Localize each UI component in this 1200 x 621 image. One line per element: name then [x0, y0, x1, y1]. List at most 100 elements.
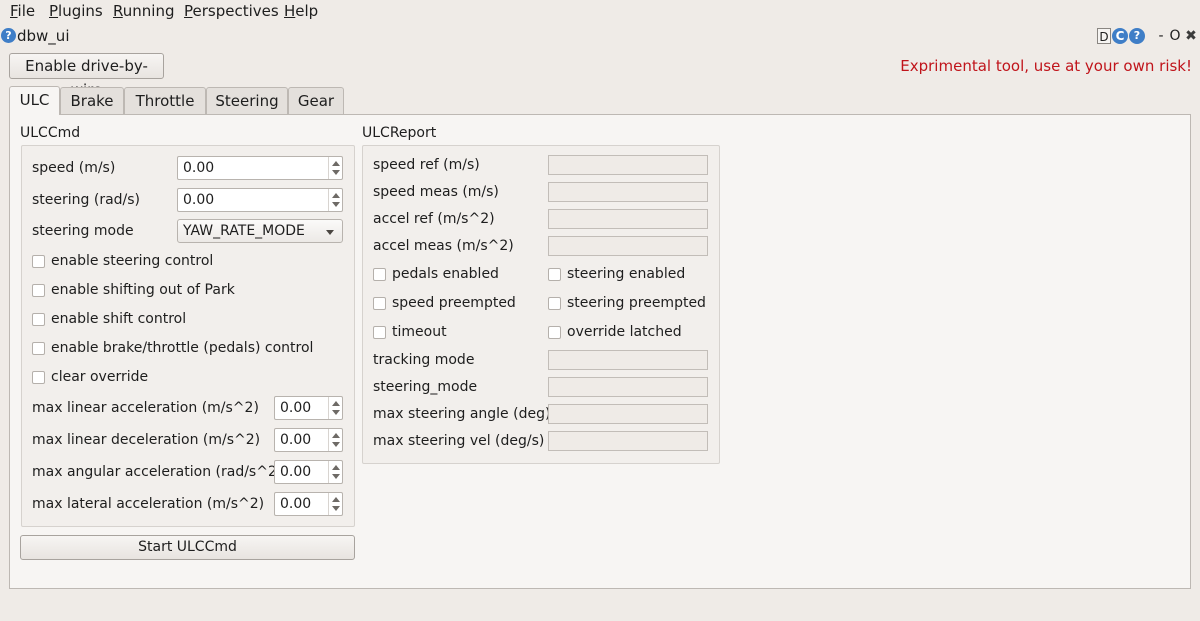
- max-lateral-accel-spinbox[interactable]: 0.00: [274, 492, 343, 516]
- tab-brake[interactable]: Brake: [60, 87, 124, 114]
- spin-down-icon[interactable]: [332, 410, 340, 415]
- checkbox-box[interactable]: [32, 342, 45, 355]
- checkbox-box[interactable]: [32, 284, 45, 297]
- steering-mode-value: YAW_RATE_MODE: [183, 223, 305, 239]
- report-steering-mode-label: steering_mode: [373, 379, 478, 395]
- checkbox-box[interactable]: [32, 371, 45, 384]
- menu-file[interactable]: File: [10, 2, 35, 20]
- max-lateral-accel-stepper[interactable]: [328, 493, 342, 515]
- tab-ulc[interactable]: ULC: [9, 86, 60, 115]
- checkbox-box[interactable]: [373, 326, 386, 339]
- start-ulccmd-button[interactable]: Start ULCCmd: [20, 535, 355, 560]
- menu-bar: File Plugins Running Perspectives Help: [0, 0, 1200, 22]
- max-linear-accel-value: 0.00: [280, 400, 312, 416]
- spin-up-icon[interactable]: [332, 401, 340, 406]
- speed-meas-field: [548, 182, 708, 202]
- spin-down-icon[interactable]: [332, 442, 340, 447]
- menu-plugins[interactable]: Plugins: [49, 2, 103, 20]
- menu-perspectives[interactable]: Perspectives: [184, 2, 279, 20]
- checkbox-label: clear override: [51, 369, 149, 385]
- spin-down-icon[interactable]: [332, 170, 340, 175]
- tracking-mode-label: tracking mode: [373, 352, 475, 368]
- ulcreport-title: ULCReport: [362, 125, 437, 141]
- checkbox-box[interactable]: [32, 255, 45, 268]
- checkbox-box[interactable]: [548, 297, 561, 310]
- accel-ref-field: [548, 209, 708, 229]
- speed-ref-label: speed ref (m/s): [373, 157, 480, 173]
- checkbox-box[interactable]: [548, 268, 561, 281]
- spin-down-icon[interactable]: [332, 474, 340, 479]
- spin-up-icon[interactable]: [332, 497, 340, 502]
- reload-icon[interactable]: C: [1112, 28, 1128, 44]
- max-lateral-accel-label: max lateral acceleration (m/s^2): [32, 496, 265, 512]
- speed-label: speed (m/s): [32, 160, 116, 176]
- minimize-icon[interactable]: -: [1155, 28, 1167, 44]
- menu-help[interactable]: Help: [284, 2, 318, 20]
- checkbox-label: speed preempted: [392, 295, 516, 311]
- checkbox-label: pedals enabled: [392, 266, 499, 282]
- checkbox-label: steering preempted: [567, 295, 706, 311]
- steering-mode-label: steering mode: [32, 223, 134, 239]
- max-linear-decel-spinbox[interactable]: 0.00: [274, 428, 343, 452]
- help-icon[interactable]: ?: [1, 28, 16, 43]
- speed-meas-label: speed meas (m/s): [373, 184, 499, 200]
- speed-ref-field: [548, 155, 708, 175]
- plugin-title-bar: ? dbw_ui D C ? - O ✖: [0, 24, 1200, 48]
- max-linear-accel-spinbox[interactable]: 0.00: [274, 396, 343, 420]
- chevron-down-icon: [326, 230, 334, 235]
- enable-drive-by-wire-button[interactable]: Enable drive-by-wire: [9, 53, 164, 99]
- checkbox-label: enable shift control: [51, 311, 187, 327]
- tab-throttle[interactable]: Throttle: [124, 87, 206, 114]
- checkbox-box[interactable]: [32, 313, 45, 326]
- tracking-mode-field: [548, 350, 708, 370]
- warning-text: Exprimental tool, use at your own risk!: [900, 57, 1192, 75]
- speed-spinbox[interactable]: 0.00: [177, 156, 343, 180]
- max-linear-decel-label: max linear deceleration (m/s^2): [32, 432, 261, 448]
- accel-meas-field: [548, 236, 708, 256]
- max-linear-decel-value: 0.00: [280, 432, 312, 448]
- restore-icon[interactable]: O: [1169, 28, 1181, 44]
- tab-gear[interactable]: Gear: [288, 87, 344, 114]
- tab-steering[interactable]: Steering: [206, 87, 288, 114]
- spin-up-icon[interactable]: [332, 433, 340, 438]
- max-steering-vel-field: [548, 431, 708, 451]
- checkbox-label: override latched: [567, 324, 682, 340]
- max-linear-accel-label: max linear acceleration (m/s^2): [32, 400, 259, 416]
- close-icon[interactable]: ✖: [1184, 28, 1198, 44]
- checkbox-label: enable brake/throttle (pedals) control: [51, 340, 314, 356]
- max-angular-accel-stepper[interactable]: [328, 461, 342, 483]
- max-linear-decel-stepper[interactable]: [328, 429, 342, 451]
- max-steering-angle-label: max steering angle (deg): [373, 406, 551, 422]
- dock-icon[interactable]: D: [1097, 28, 1111, 44]
- spin-up-icon[interactable]: [332, 161, 340, 166]
- steering-label: steering (rad/s): [32, 192, 141, 208]
- checkbox-box[interactable]: [373, 297, 386, 310]
- spin-down-icon[interactable]: [332, 202, 340, 207]
- checkbox-label: enable steering control: [51, 253, 214, 269]
- spin-up-icon[interactable]: [332, 193, 340, 198]
- steering-spinbox[interactable]: 0.00: [177, 188, 343, 212]
- steering-mode-select[interactable]: YAW_RATE_MODE: [177, 219, 343, 243]
- max-lateral-accel-value: 0.00: [280, 496, 312, 512]
- speed-value: 0.00: [183, 160, 215, 176]
- speed-stepper[interactable]: [328, 157, 342, 179]
- plugin-title: dbw_ui: [17, 27, 70, 45]
- checkbox-box[interactable]: [548, 326, 561, 339]
- report-steering-mode-field: [548, 377, 708, 397]
- max-steering-angle-field: [548, 404, 708, 424]
- accel-ref-label: accel ref (m/s^2): [373, 211, 495, 227]
- checkbox-label: steering enabled: [567, 266, 686, 282]
- checkbox-label: timeout: [392, 324, 447, 340]
- steering-value: 0.00: [183, 192, 215, 208]
- steering-stepper[interactable]: [328, 189, 342, 211]
- max-linear-accel-stepper[interactable]: [328, 397, 342, 419]
- spin-up-icon[interactable]: [332, 465, 340, 470]
- spin-down-icon[interactable]: [332, 506, 340, 511]
- max-steering-vel-label: max steering vel (deg/s): [373, 433, 545, 449]
- ulccmd-title: ULCCmd: [20, 125, 81, 141]
- plugin-help-icon[interactable]: ?: [1129, 28, 1145, 44]
- menu-running[interactable]: Running: [113, 2, 174, 20]
- max-angular-accel-label: max angular acceleration (rad/s^2): [32, 464, 283, 480]
- checkbox-box[interactable]: [373, 268, 386, 281]
- max-angular-accel-spinbox[interactable]: 0.00: [274, 460, 343, 484]
